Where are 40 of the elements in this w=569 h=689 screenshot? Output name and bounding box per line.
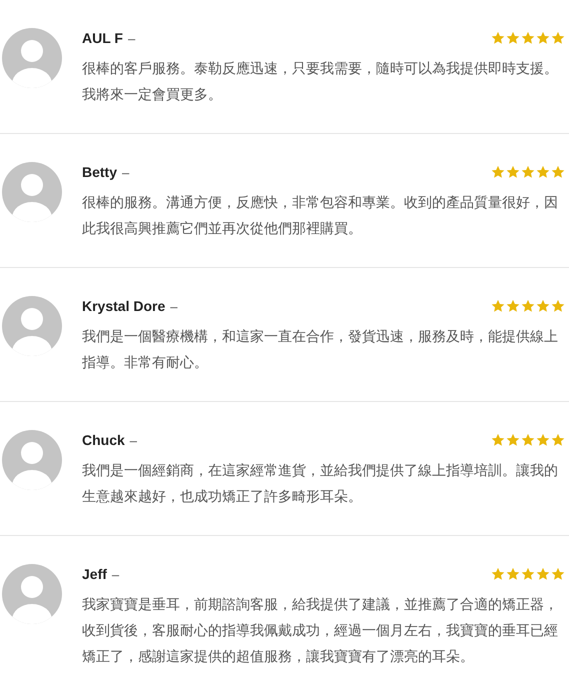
star-icon	[491, 299, 505, 313]
review-text: 我們是一個經銷商，在這家經常進貨，並給我們提供了線上指導培訓。讓我的生意越來越好，也成功矯正了許多畸形耳朵。	[82, 462, 559, 506]
star-icon	[551, 299, 565, 313]
star-icon	[551, 31, 565, 45]
star-icon	[506, 299, 520, 313]
star-icon	[491, 433, 505, 447]
star-icon	[521, 165, 535, 179]
star-icon	[551, 165, 565, 179]
star-icon	[506, 433, 520, 447]
star-icon	[536, 299, 550, 313]
star-icon	[521, 299, 535, 313]
review-text: 我家寶寶是垂耳，前期諮詢客服，給我提供了建議，並推薦了合適的矯正器，收到貨後，客服耐心的指導我佩戴成功，經過一個月左右，我寶寶的垂耳已經矯正了，感謝這家提供的超值服務，讓我寶寶有了漂亮的耳朵。	[82, 596, 559, 666]
star-icon	[551, 433, 565, 447]
review-text: 很棒的客戶服務。泰勒反應迅速，只要我需要，隨時可以為我提供即時支援。我將來一定會買更多。	[82, 60, 559, 104]
dash-separator: –	[128, 31, 136, 46]
star-icon	[491, 165, 505, 179]
star-icon	[536, 31, 550, 45]
star-icon	[506, 165, 520, 179]
star-icon	[506, 567, 520, 581]
dash-separator: –	[170, 299, 178, 314]
star-icon	[521, 31, 535, 45]
star-icon	[521, 433, 535, 447]
star-icon	[491, 31, 505, 45]
review-text: 很棒的服務。溝通方便，反應快，非常包容和專業。收到的產品質量很好，因此我很高興推薦它們並再次從他們那裡購買。	[82, 194, 559, 238]
star-icon	[536, 567, 550, 581]
reviewer-name: Betty	[82, 164, 118, 180]
star-icon	[536, 165, 550, 179]
dash-separator: –	[112, 567, 120, 582]
star-icon	[491, 567, 505, 581]
star-icon	[551, 567, 565, 581]
reviewer-name: Krystal Dore	[82, 298, 166, 314]
review-text: 我們是一個醫療機構，和這家一直在合作，發貨迅速，服務及時，能提供線上指導。非常有耐心。	[82, 328, 559, 372]
reviewer-name: AUL F	[82, 30, 123, 46]
reviewer-name: Jeff	[82, 566, 107, 582]
star-icon	[536, 433, 550, 447]
dash-separator: –	[130, 433, 138, 448]
dash-separator: –	[122, 165, 130, 180]
star-icon	[521, 567, 535, 581]
star-icon	[506, 31, 520, 45]
reviewer-name: Chuck	[82, 432, 125, 448]
